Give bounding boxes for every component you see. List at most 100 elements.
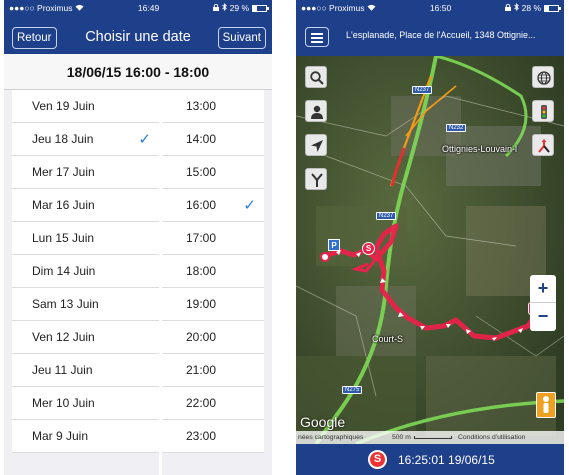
date-row[interactable]: Mer 10 Juin	[12, 387, 159, 420]
date-row[interactable]: Jeu 18 Juin ✓	[12, 123, 159, 156]
date-row-label: Dim 14 Juin	[32, 264, 96, 278]
date-row-label: Sam 13 Juin	[32, 297, 99, 311]
timestamp-label: 16:25:01 19/06/15	[398, 453, 495, 467]
date-row-label: Mer 17 Juin	[32, 165, 95, 179]
selected-range-header: 18/06/15 16:00 - 18:00	[4, 54, 272, 90]
time-row[interactable]: 16:00 ✓	[162, 189, 264, 222]
date-row[interactable]: Lun 15 Juin	[12, 222, 159, 255]
terms-link[interactable]: Conditions d'utilisation	[458, 434, 525, 441]
time-row-label: 15:00	[186, 165, 217, 179]
zoom-controls: + −	[530, 275, 556, 331]
date-row[interactable]: Sam 13 Juin	[12, 288, 159, 321]
date-row-label: Jeu 18 Juin	[32, 132, 94, 146]
time-row-label: 23:00	[186, 429, 217, 443]
scale-label: 500 m	[392, 434, 411, 441]
date-row-label: Jeu 11 Juin	[32, 363, 93, 377]
time-row-label: 18:00	[186, 264, 217, 278]
time-row[interactable]: 18:00	[162, 255, 264, 288]
time-row-label: 19:00	[186, 297, 217, 311]
scale-bar	[414, 436, 452, 439]
battery-percent: 28 %	[521, 3, 541, 13]
parking-marker[interactable]: P	[328, 239, 340, 251]
road-shield-n237b: N237	[376, 212, 397, 220]
date-row-label: Ven 19 Juin	[32, 99, 95, 113]
date-list[interactable]: Ven 19 Juin Jeu 18 Juin ✓ Mer 17 Juin Mar 16…	[4, 90, 159, 475]
map-data-label: nées cartographiques	[298, 434, 364, 441]
battery-percent: 29 %	[229, 3, 249, 13]
battery-icon	[252, 4, 269, 12]
checkmark-icon: ✓	[243, 197, 256, 214]
time-row[interactable]: 19:00	[162, 288, 264, 321]
carrier-label: ●●●○○ Proximus	[9, 3, 73, 13]
time-row[interactable]: 21:00	[162, 354, 264, 387]
date-row[interactable]: Ven 19 Juin	[12, 90, 159, 123]
directions-button[interactable]	[532, 134, 554, 156]
bluetooth-icon	[513, 2, 519, 13]
time-row[interactable]: 15:00	[162, 156, 264, 189]
locate-icon	[311, 140, 323, 152]
map-view[interactable]: N237 N232 N237 N275 Ottignies-Louvain-l …	[296, 56, 564, 444]
town-label: Court-S	[372, 334, 404, 344]
carrier-label: ●●●○○ Proximus	[301, 3, 365, 13]
bluetooth-icon	[221, 2, 227, 13]
clock: 16:50	[429, 3, 452, 13]
globe-icon	[537, 71, 551, 85]
time-list[interactable]: 13:00 14:00 15:00 16:00 ✓ 17:00 18:00 19:00 20:0…	[162, 90, 272, 475]
checkmark-icon: ✓	[138, 131, 151, 148]
wifi-icon	[75, 3, 84, 13]
date-row[interactable]: Jeu 11 Juin	[12, 354, 159, 387]
person-icon	[311, 105, 323, 119]
current-position-marker[interactable]	[320, 252, 330, 262]
menu-button[interactable]	[305, 27, 329, 47]
person-button[interactable]	[305, 100, 327, 122]
search-button[interactable]	[305, 66, 327, 88]
date-row-label: Mar 16 Juin	[32, 198, 95, 212]
map-header: L'esplanade, Place de l'Accueil, 1348 Ot…	[296, 16, 564, 56]
address-label: L'esplanade, Place de l'Accueil, 1348 Ot…	[346, 30, 536, 40]
street-view-button[interactable]	[536, 392, 556, 418]
time-row-label: 17:00	[186, 231, 217, 245]
directions-icon	[538, 139, 550, 153]
road-shield-n232: N232	[446, 124, 467, 132]
date-row-label: Lun 15 Juin	[32, 231, 95, 245]
bottom-bar: S 16:25:01 19/06/15	[296, 444, 564, 475]
route-split-icon	[311, 173, 323, 187]
start-marker[interactable]: S	[362, 242, 375, 255]
traffic-button[interactable]	[532, 100, 554, 122]
date-row[interactable]: Mar 9 Juin	[12, 420, 159, 453]
clock: 16:49	[137, 3, 160, 13]
town-label: Ottignies-Louvain-l	[442, 144, 518, 154]
road-shield-n237: N237	[412, 86, 433, 94]
status-bar: ●●●○○ Proximus 16:49 29 %	[4, 0, 272, 16]
lock-icon	[212, 3, 219, 13]
traffic-light-icon	[541, 105, 547, 119]
battery-icon	[544, 4, 561, 12]
date-row-label: Ven 12 Juin	[32, 330, 95, 344]
date-row[interactable]: Ven 12 Juin	[12, 321, 159, 354]
wifi-icon	[367, 3, 376, 13]
time-row-label: 13:00	[186, 99, 217, 113]
time-row[interactable]: 14:00	[162, 123, 264, 156]
zoom-out-button[interactable]: −	[530, 303, 556, 331]
lock-icon	[504, 3, 511, 13]
road-shield-n275: N275	[342, 386, 363, 394]
date-row[interactable]: Dim 14 Juin	[12, 255, 159, 288]
navigation-bar: Retour Choisir une date Suivant	[4, 16, 272, 54]
date-picker-screen: ●●●○○ Proximus 16:49 29 % Retour Choisir…	[4, 0, 272, 475]
google-logo: Google	[300, 414, 346, 430]
time-row[interactable]: 17:00	[162, 222, 264, 255]
time-row[interactable]: 13:00	[162, 90, 264, 123]
time-row[interactable]: 23:00	[162, 420, 264, 453]
pegman-icon	[543, 396, 549, 413]
locate-button[interactable]	[305, 134, 327, 156]
time-row-label: 22:00	[186, 396, 217, 410]
time-row[interactable]: 20:00	[162, 321, 264, 354]
next-button[interactable]: Suivant	[217, 27, 266, 49]
date-row[interactable]: Mer 17 Juin	[12, 156, 159, 189]
time-row-label: 21:00	[186, 363, 217, 377]
route-split-button[interactable]	[305, 168, 327, 190]
zoom-in-button[interactable]: +	[530, 275, 556, 303]
globe-button[interactable]	[532, 66, 554, 88]
date-row[interactable]: Mar 16 Juin	[12, 189, 159, 222]
time-row[interactable]: 22:00	[162, 387, 264, 420]
